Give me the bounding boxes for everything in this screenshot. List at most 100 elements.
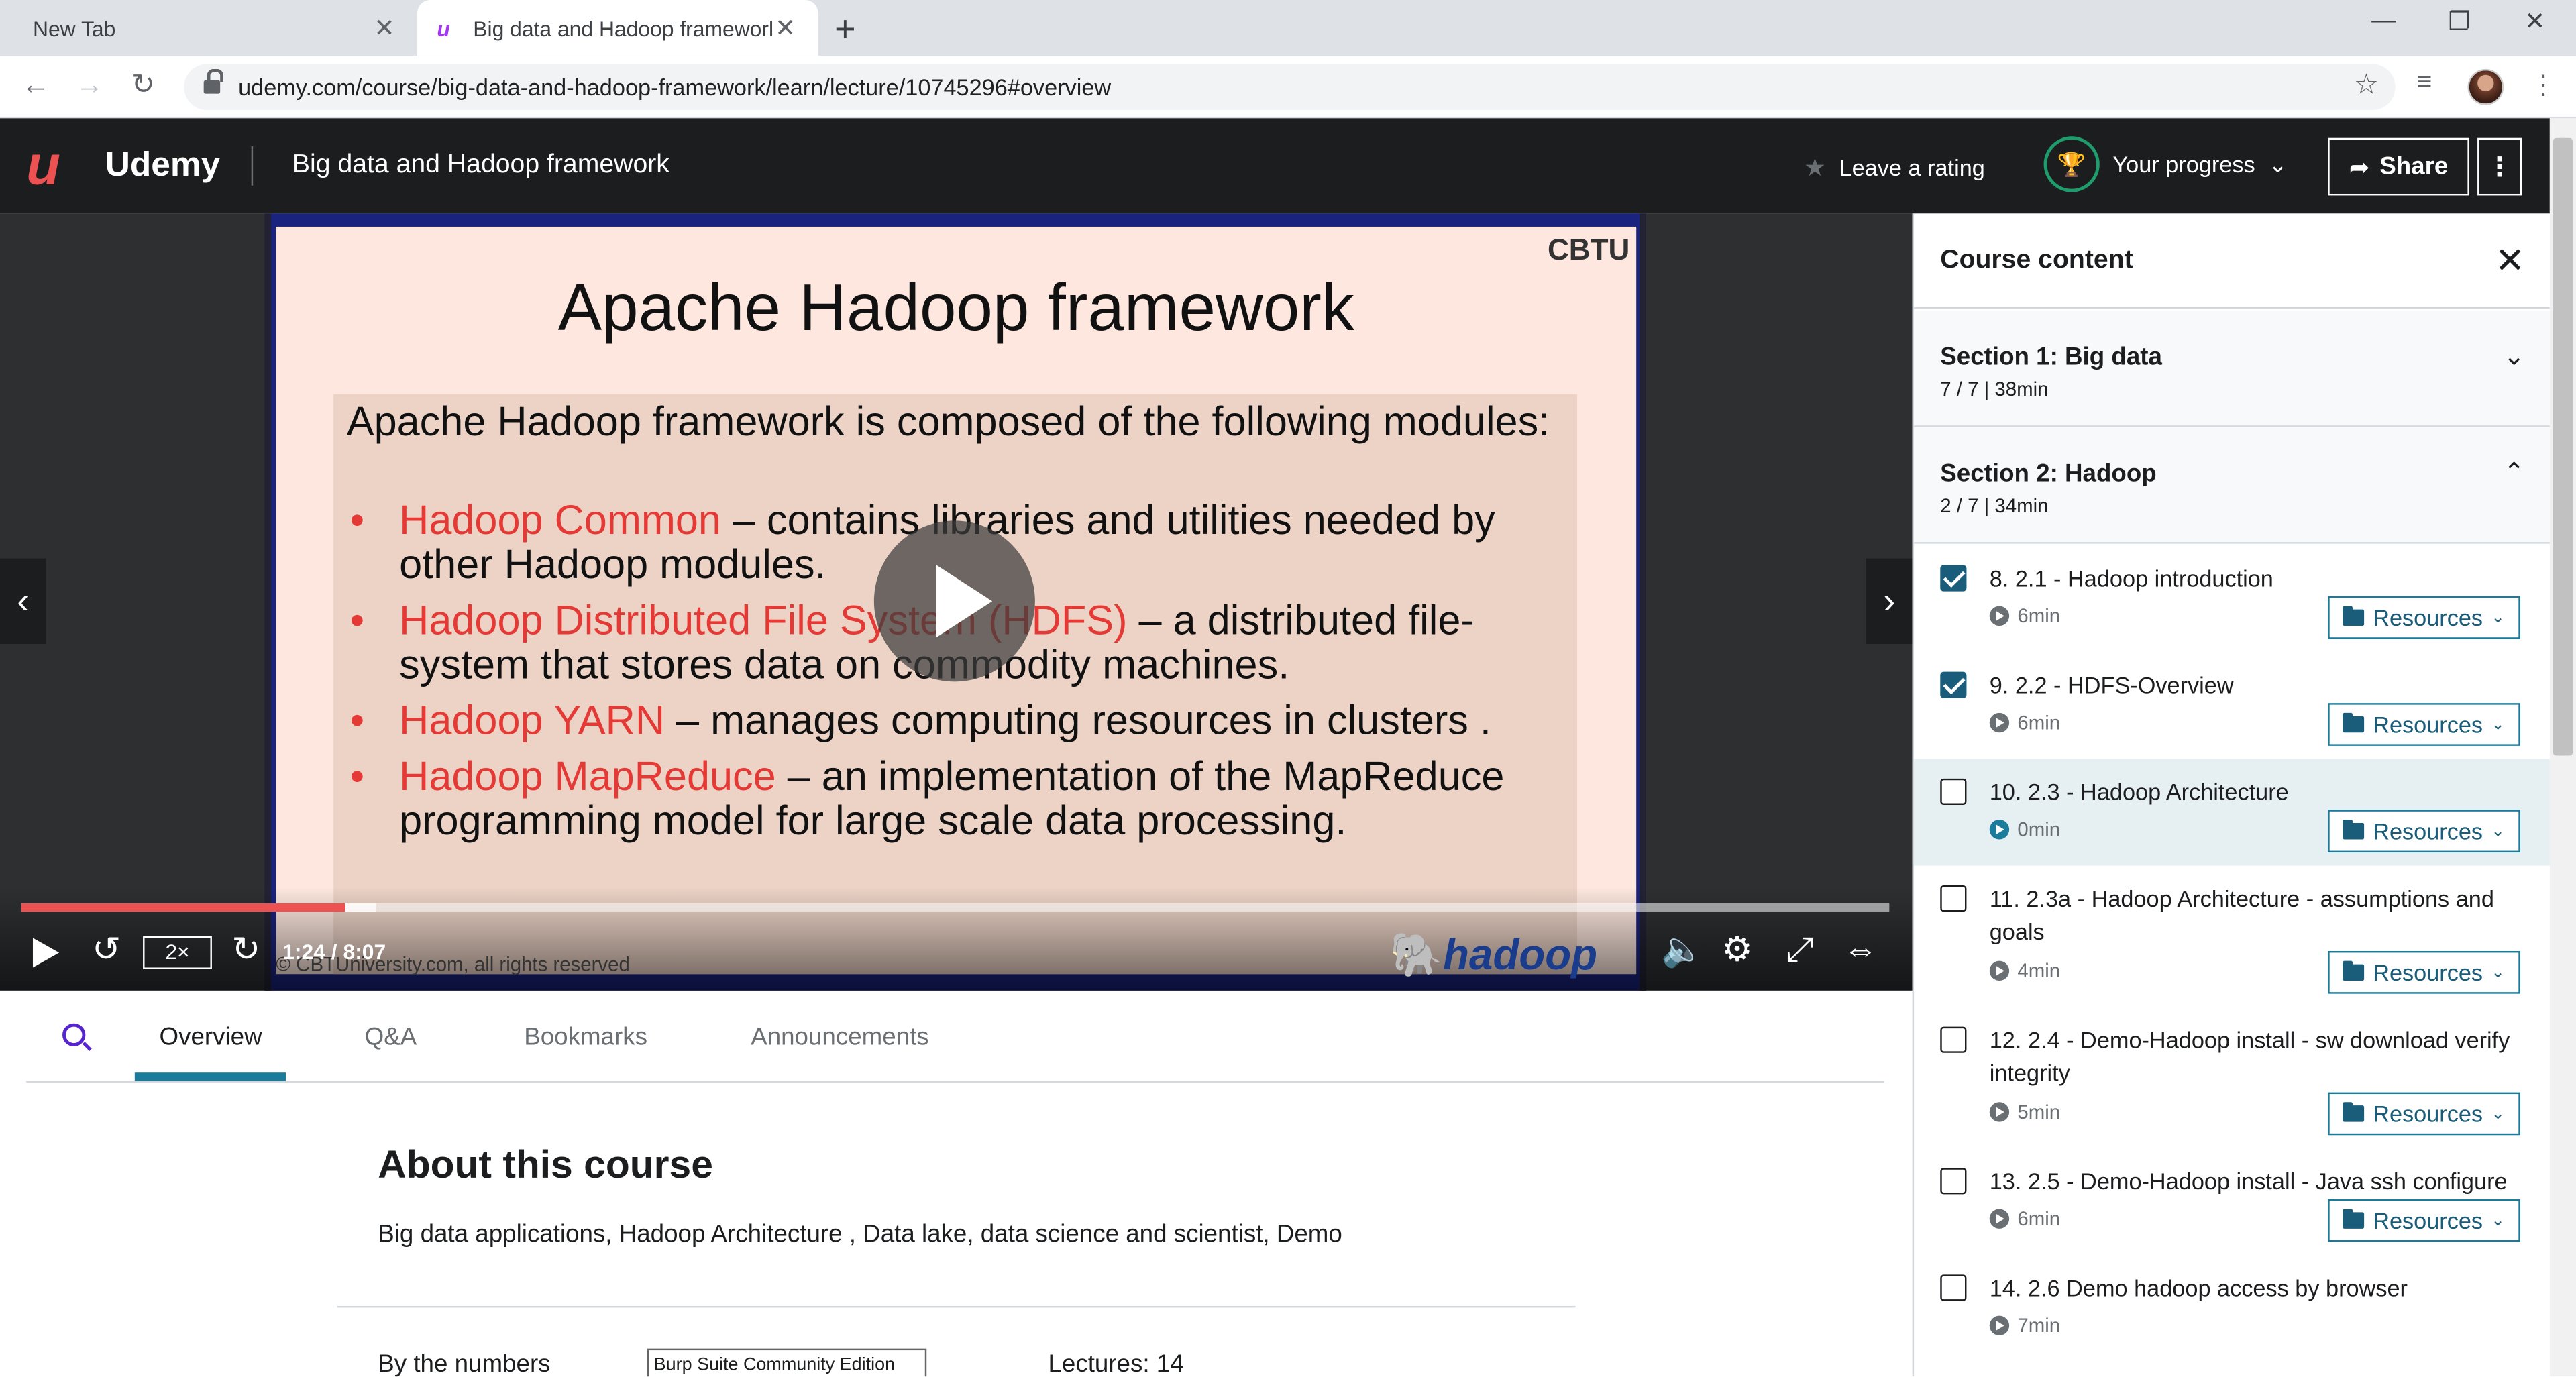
about-description: Big data applications, Hadoop Architectu… <box>378 1220 1342 1249</box>
browser-tab-strip: New Tab ✕ u Big data and Hadoop framewor… <box>0 0 2576 56</box>
lecture-item-current[interactable]: 10. 2.3 - Hadoop Architecture 0min Resou… <box>1914 759 2550 866</box>
leave-rating-label: Leave a rating <box>1839 154 1985 181</box>
close-tab-icon[interactable]: ✕ <box>371 13 397 43</box>
section-meta: 7 / 7 | 38min <box>1940 378 2049 401</box>
back-icon[interactable]: ← <box>21 69 50 102</box>
play-overlay-icon[interactable] <box>873 520 1035 682</box>
address-bar[interactable]: udemy.com/course/big-data-and-hadoop-fra… <box>184 64 2396 111</box>
bookmark-star-icon[interactable]: ☆ <box>2354 69 2379 102</box>
next-lecture-icon[interactable]: › <box>1866 558 1913 645</box>
lecture-checkbox[interactable] <box>1940 565 1967 592</box>
tab-bookmarks[interactable]: Bookmarks <box>524 1024 647 1052</box>
resources-button[interactable]: Resources ⌄ <box>2328 703 2520 746</box>
video-progress-bar[interactable] <box>21 903 1890 912</box>
resources-button[interactable]: Resources ⌄ <box>2328 596 2520 639</box>
browser-toolbar: ← → ↻ udemy.com/course/big-data-and-hado… <box>0 56 2576 119</box>
lecture-item[interactable]: 8. 2.1 - Hadoop introduction 6min Resour… <box>1914 545 2550 652</box>
lecture-item[interactable]: 11. 2.3a - Hadoop Architecture - assumpt… <box>1914 866 2550 1007</box>
your-progress-button[interactable]: 🏆 Your progress ⌄ <box>2043 136 2288 192</box>
browser-tab-course[interactable]: u Big data and Hadoop framework ✕ <box>417 0 818 56</box>
expand-width-icon[interactable]: ⇔ <box>1843 930 1878 973</box>
folder-icon <box>2343 1102 2365 1122</box>
lecture-checkbox[interactable] <box>1940 885 1967 912</box>
about-title: About this course <box>378 1143 713 1188</box>
media-control-icon[interactable]: ≡ <box>2416 69 2432 99</box>
leave-rating-button[interactable]: ★ Leave a rating <box>1804 153 1985 182</box>
play-circle-icon <box>1989 1102 2010 1122</box>
tab-overview[interactable]: Overview <box>160 1024 262 1052</box>
lecture-duration: 7min <box>1989 1314 2060 1337</box>
share-label: Share <box>2379 152 2449 181</box>
browser-menu-icon[interactable]: ⋮ <box>2530 69 2556 102</box>
browser-tab-new-tab[interactable]: New Tab ✕ <box>13 0 417 56</box>
scrollbar-thumb[interactable] <box>2553 137 2573 756</box>
course-content-sidebar: Course content ✕ Section 1: Big data 7 /… <box>1912 213 2550 1377</box>
udemy-logo-icon[interactable]: u <box>26 138 60 194</box>
lecture-title: 11. 2.3a - Hadoop Architecture - assumpt… <box>1989 885 2494 945</box>
chevron-down-icon: ⌄ <box>2503 343 2526 372</box>
lecture-item[interactable]: 9. 2.2 - HDFS-Overview 6min Resources ⌄ <box>1914 652 2550 759</box>
tab-announcements[interactable]: Announcements <box>751 1024 928 1052</box>
close-sidebar-icon[interactable]: ✕ <box>2495 240 2525 283</box>
minimize-icon[interactable]: — <box>2346 7 2422 35</box>
forward-5-icon[interactable]: ↻ <box>231 930 260 973</box>
progress-label: Your progress <box>2112 151 2255 178</box>
course-header: u Udemy Big data and Hadoop framework ★ … <box>0 118 2550 214</box>
lecture-duration: 6min <box>1989 711 2060 734</box>
lecture-checkbox[interactable] <box>1940 778 1967 806</box>
resources-button[interactable]: Resources ⌄ <box>2328 810 2520 853</box>
maximize-icon[interactable]: ❐ <box>2422 7 2498 36</box>
profile-avatar[interactable] <box>2467 68 2504 105</box>
lecture-title: 10. 2.3 - Hadoop Architecture <box>1989 778 2289 806</box>
resources-button[interactable]: Resources ⌄ <box>2328 1199 2520 1242</box>
lectures-count: Lectures: 14 <box>1048 1350 1184 1377</box>
folder-icon <box>2343 606 2365 626</box>
volume-icon[interactable]: 🔈 <box>1661 930 1704 973</box>
slide-bullet: Hadoop MapReduce – an implementation of … <box>347 755 1571 844</box>
lecture-item[interactable]: 13. 2.5 - Demo-Hadoop install - Java ssh… <box>1914 1148 2550 1255</box>
lecture-checkbox[interactable] <box>1940 1274 1967 1301</box>
content-tabs: Overview Q&A Bookmarks Announcements <box>26 991 1885 1083</box>
course-title[interactable]: Big data and Hadoop framework <box>292 151 669 180</box>
lecture-item[interactable]: 12. 2.4 - Demo-Hadoop install - sw downl… <box>1914 1007 2550 1148</box>
by-the-numbers-label: By the numbers <box>378 1350 551 1377</box>
burp-suite-tooltip: Burp Suite Community Edition <box>647 1348 927 1377</box>
active-tab-indicator <box>134 1072 286 1081</box>
lecture-checkbox[interactable] <box>1940 671 1967 698</box>
udemy-logo-text[interactable]: Udemy <box>105 146 221 186</box>
tab-title: New Tab <box>32 15 116 41</box>
lecture-duration: 5min <box>1989 1101 2060 1123</box>
close-window-icon[interactable]: ✕ <box>2497 7 2573 36</box>
chevron-up-icon: ⌃ <box>2503 459 2526 488</box>
fullscreen-icon[interactable]: ⤢ <box>1786 930 1813 973</box>
rewind-5-icon[interactable]: ↺ <box>92 930 121 973</box>
resources-button[interactable]: Resources ⌄ <box>2328 1092 2520 1136</box>
chevron-down-icon: ⌄ <box>2491 715 2505 734</box>
tab-qa[interactable]: Q&A <box>365 1024 417 1052</box>
play-icon[interactable] <box>32 938 60 968</box>
forward-icon[interactable]: → <box>76 69 104 102</box>
slide-bullet: Hadoop YARN – manages computing resource… <box>347 699 1571 744</box>
lecture-checkbox[interactable] <box>1940 1026 1967 1053</box>
section-2-header[interactable]: Section 2: Hadoop 2 / 7 | 34min ⌃ <box>1914 427 2550 544</box>
playback-speed-button[interactable]: 2× <box>143 936 212 969</box>
tab-title: Big data and Hadoop framework <box>473 15 773 41</box>
section-1-header[interactable]: Section 1: Big data 7 / 7 | 38min ⌄ <box>1914 310 2550 427</box>
settings-gear-icon[interactable]: ⚙ <box>1722 930 1753 973</box>
video-time: 1:24 / 8:07 <box>282 939 386 965</box>
folder-icon <box>2343 1209 2365 1229</box>
search-icon[interactable] <box>62 1023 86 1047</box>
resources-button[interactable]: Resources ⌄ <box>2328 950 2520 994</box>
section-title: Section 1: Big data <box>1940 343 2162 372</box>
lecture-checkbox[interactable] <box>1940 1168 1967 1195</box>
close-tab-icon[interactable]: ✕ <box>772 13 798 43</box>
chevron-down-icon: ⌄ <box>2491 822 2505 840</box>
new-tab-icon[interactable]: + <box>835 8 855 51</box>
section-title: Section 2: Hadoop <box>1940 459 2157 488</box>
lecture-title: 8. 2.1 - Hadoop introduction <box>1989 565 2273 592</box>
lecture-item[interactable]: 14. 2.6 Demo hadoop access by browser 7m… <box>1914 1255 2550 1362</box>
reload-icon[interactable]: ↻ <box>131 69 155 102</box>
previous-lecture-icon[interactable]: ‹ <box>0 558 46 645</box>
share-button[interactable]: ➦ Share <box>2328 137 2469 196</box>
more-options-icon[interactable]: ⋮ <box>2477 137 2522 196</box>
